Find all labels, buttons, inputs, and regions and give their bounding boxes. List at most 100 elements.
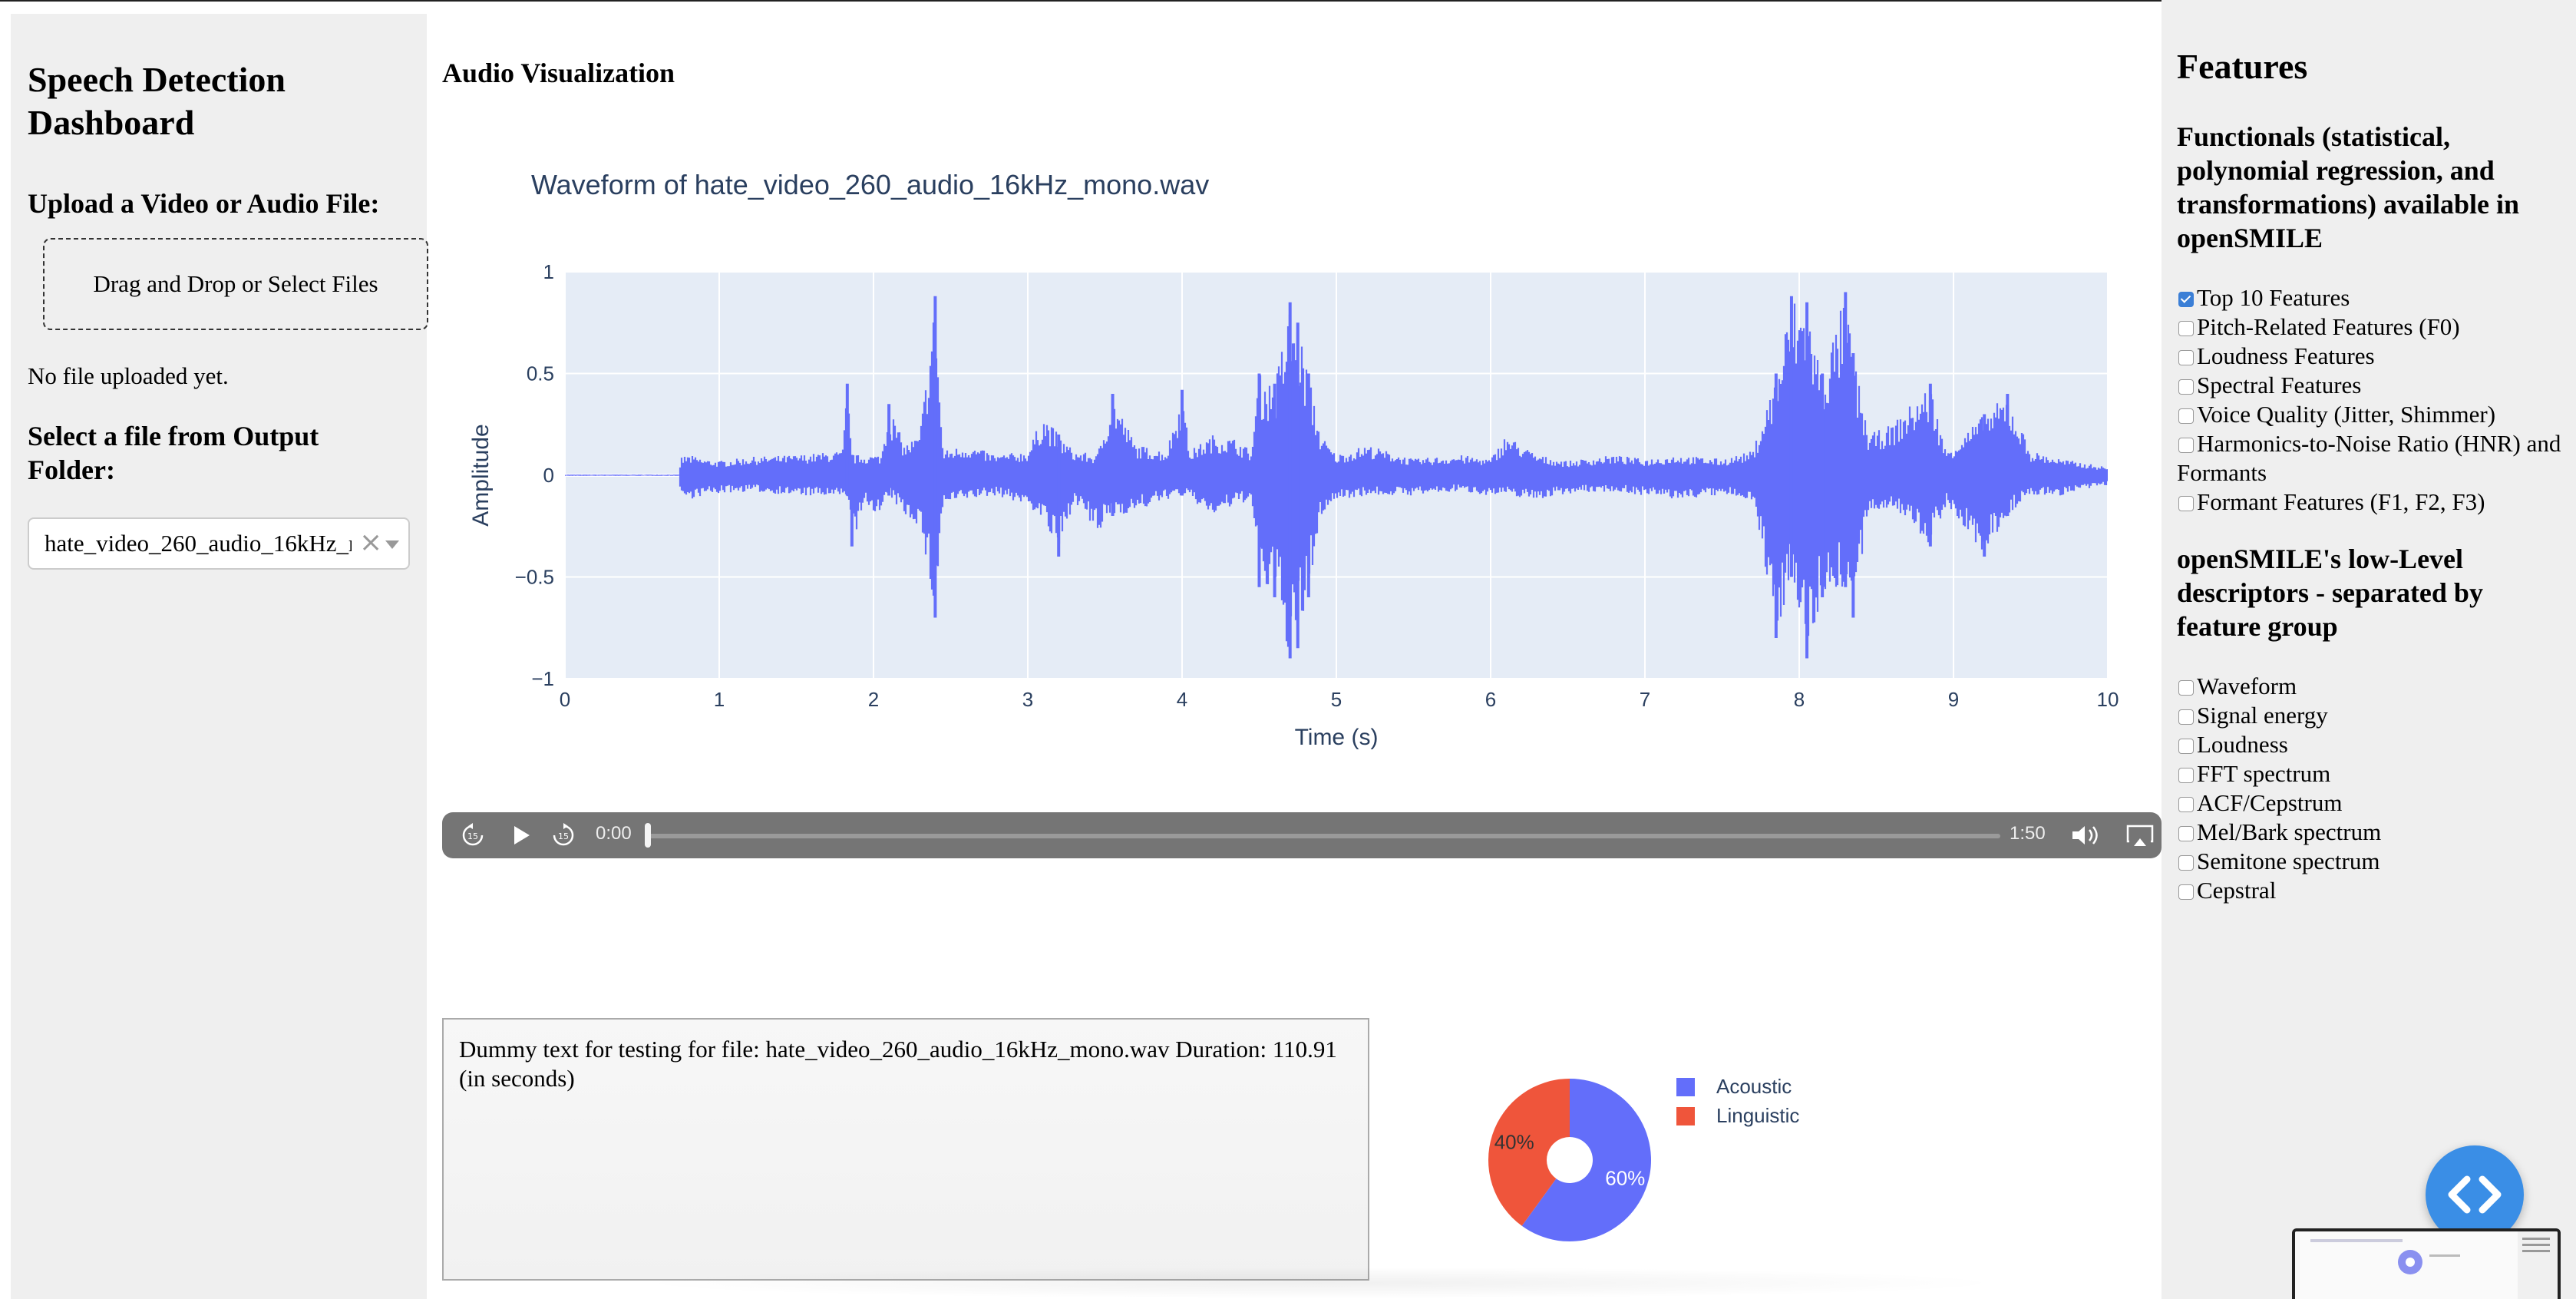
x-tick-label: 0 (560, 688, 570, 711)
checkbox[interactable] (2178, 826, 2194, 841)
volume-icon[interactable] (2069, 821, 2106, 849)
x-tick-label: 9 (1948, 688, 1959, 711)
checkbox[interactable] (2178, 350, 2194, 365)
preview-thumbnail-image (2295, 1231, 2558, 1299)
checkbox[interactable] (2178, 680, 2194, 696)
x-tick-label: 8 (1794, 688, 1805, 711)
lld-checkbox-item[interactable]: Cepstral (2177, 876, 2568, 905)
legend-swatch-acoustic (1676, 1078, 1695, 1096)
checkbox-label: Waveform (2197, 673, 2297, 699)
x-tick-label: 3 (1022, 688, 1033, 711)
features-title: Features (2177, 47, 2308, 86)
checkbox-label: Semitone spectrum (2197, 848, 2380, 874)
checkbox[interactable] (2178, 709, 2194, 725)
functional-checkbox-item[interactable]: Formant Features (F1, F2, F3) (2177, 488, 2568, 517)
lld-checkbox-item[interactable]: Signal energy (2177, 701, 2568, 730)
legend-swatch-linguistic (1676, 1107, 1695, 1125)
select-heading: Select a file from Output Folder: (28, 421, 319, 485)
audio-player: 15 15 0:00 1:50 (442, 812, 2162, 858)
x-tick-label: 6 (1485, 688, 1496, 711)
waveform-chart-title: Waveform of hate_video_260_audio_16kHz_m… (531, 169, 1210, 200)
checkbox[interactable] (2178, 379, 2194, 395)
lld-heading: openSMILE's low-Level descriptors - sepa… (2177, 544, 2483, 642)
svg-text:15: 15 (558, 831, 569, 841)
checkbox[interactable] (2178, 855, 2194, 871)
x-tick-label: 2 (868, 688, 879, 711)
preview-thumbnail[interactable] (2292, 1228, 2561, 1299)
seek-bar[interactable] (648, 834, 2000, 838)
pie-value-label: 60% (1605, 1166, 1645, 1189)
upload-status: No file uploaded yet. (28, 362, 229, 389)
checkbox[interactable] (2178, 496, 2194, 511)
checkbox-label: Pitch-Related Features (F0) (2197, 313, 2460, 340)
play-icon[interactable] (507, 821, 534, 849)
checkbox-label: Spectral Features (2197, 372, 2362, 398)
checkbox[interactable] (2178, 408, 2194, 424)
checkbox-label: Loudness (2197, 731, 2288, 758)
x-tick-label: 7 (1640, 688, 1650, 711)
functionals-heading: Functionals (statistical, polynomial reg… (2177, 121, 2519, 253)
clear-icon[interactable]: × (359, 527, 382, 558)
checkbox-label: Loudness Features (2197, 342, 2375, 369)
x-tick-label: 5 (1331, 688, 1342, 711)
legend-label-linguistic: Linguistic (1716, 1104, 1800, 1127)
seek-thumb[interactable] (645, 823, 651, 848)
checkbox-label: Signal energy (2197, 702, 2328, 729)
checkbox[interactable] (2178, 884, 2194, 900)
y-tick-label: −1 (531, 667, 554, 690)
skip-forward-15-icon[interactable]: 15 (550, 821, 577, 849)
functional-checkbox-item[interactable]: Pitch-Related Features (F0) (2177, 312, 2568, 342)
x-tick-label: 4 (1177, 688, 1187, 711)
checkbox[interactable] (2178, 797, 2194, 812)
legend-label-acoustic: Acoustic (1716, 1075, 1792, 1098)
x-tick-label: 10 (2097, 688, 2119, 711)
lld-checkbox-item[interactable]: Mel/Bark spectrum (2177, 818, 2568, 847)
current-time: 0:00 (596, 823, 632, 844)
lld-checkbox-item[interactable]: FFT spectrum (2177, 759, 2568, 788)
checkbox[interactable] (2178, 739, 2194, 754)
bottom-shadow (629, 1267, 2011, 1299)
y-tick-label: 0 (543, 464, 554, 487)
output-text: Dummy text for testing for file: hate_vi… (459, 1036, 1337, 1092)
feature-pie-chart: 60% 40% (1488, 1079, 1651, 1241)
y-axis-title: Amplitude (468, 424, 494, 526)
checkbox-label: Voice Quality (Jitter, Shimmer) (2197, 401, 2496, 428)
selected-file-value: hate_video_260_audio_16kHz_mono.wav (45, 530, 352, 557)
functionals-checklist: Top 10 Features Pitch-Related Features (F… (2177, 283, 2568, 517)
lld-checkbox-item[interactable]: Semitone spectrum (2177, 847, 2568, 876)
y-tick-label: 0.5 (527, 362, 554, 385)
checkbox-label: Top 10 Features (2197, 284, 2350, 311)
right-sidebar: Features Functionals (statistical, polyn… (2162, 0, 2576, 1299)
functional-checkbox-item[interactable]: Voice Quality (Jitter, Shimmer) (2177, 400, 2568, 429)
airplay-icon[interactable] (2125, 821, 2155, 849)
waveform-chart: 0 1 2 3 4 5 6 7 8 9 10 1 0.5 0 −0.5 −1 Time (s) Amplitude (468, 260, 2119, 750)
functional-checkbox-item[interactable]: Top 10 Features (2177, 283, 2568, 312)
audio-visualization-heading: Audio Visualization (442, 58, 675, 88)
skip-back-15-icon[interactable]: 15 (459, 821, 487, 849)
functional-checkbox-item[interactable]: Harmonics-to-Noise Ratio (HNR) and Forma… (2177, 429, 2568, 488)
upload-dropzone[interactable]: Drag and Drop or Select Files (43, 238, 428, 330)
checkbox-label: Formant Features (F1, F2, F3) (2197, 488, 2485, 515)
lld-checkbox-item[interactable]: Loudness (2177, 730, 2568, 759)
y-tick-label: 1 (543, 260, 554, 283)
checkbox-label: FFT spectrum (2197, 760, 2331, 787)
checkbox[interactable] (2178, 292, 2194, 307)
checkbox-label: Cepstral (2197, 877, 2277, 904)
y-tick-label: −0.5 (515, 566, 554, 589)
functional-checkbox-item[interactable]: Spectral Features (2177, 371, 2568, 400)
svg-text:15: 15 (467, 831, 478, 841)
chevron-down-icon[interactable] (385, 540, 399, 549)
checkbox[interactable] (2178, 768, 2194, 783)
left-sidebar: Speech Detection Dashboard Upload a Vide… (11, 14, 428, 1299)
checkbox[interactable] (2178, 321, 2194, 336)
checkbox[interactable] (2178, 438, 2194, 453)
pie-value-label: 40% (1494, 1131, 1534, 1154)
dropzone-label: Drag and Drop or Select Files (93, 270, 378, 297)
lld-checkbox-item[interactable]: ACF/Cepstrum (2177, 788, 2568, 818)
functional-checkbox-item[interactable]: Loudness Features (2177, 342, 2568, 371)
x-axis-title: Time (s) (1295, 725, 1379, 750)
output-file-select[interactable]: hate_video_260_audio_16kHz_mono.wav × (28, 517, 410, 570)
checkbox-label: Harmonics-to-Noise Ratio (HNR) and Forma… (2177, 430, 2561, 486)
lld-checkbox-item[interactable]: Waveform (2177, 672, 2568, 701)
upload-heading: Upload a Video or Audio File: (28, 188, 380, 219)
